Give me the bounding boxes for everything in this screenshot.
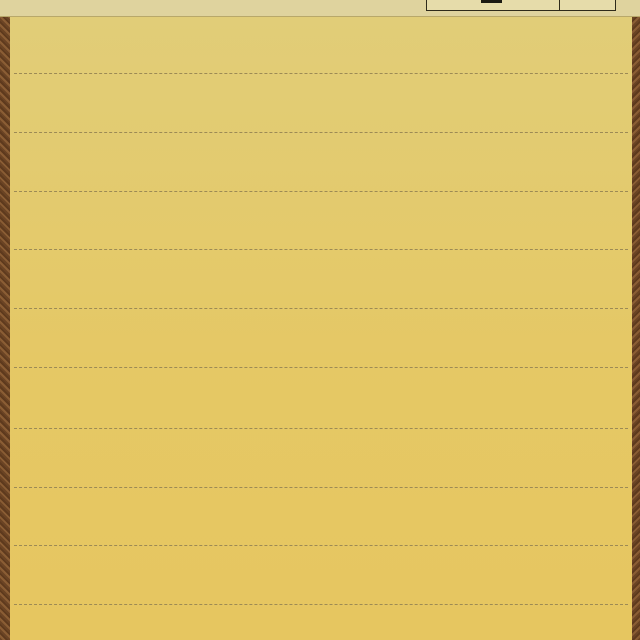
ruled-line — [14, 191, 628, 192]
cork-frame-right — [632, 0, 640, 640]
ruled-line — [14, 308, 628, 309]
top-button-group — [426, 0, 616, 11]
ruled-line — [14, 545, 628, 546]
notepad-top-bar — [0, 0, 640, 17]
cork-frame-left — [0, 0, 10, 640]
ruled-line — [14, 604, 628, 605]
ruled-line — [14, 487, 628, 488]
top-main-button[interactable] — [427, 0, 560, 10]
notepad-page[interactable] — [10, 17, 632, 640]
ruled-line — [14, 132, 628, 133]
top-side-button[interactable] — [560, 0, 615, 10]
ruled-line — [14, 367, 628, 368]
ruled-line — [14, 73, 628, 74]
ruled-line — [14, 428, 628, 429]
ruled-line — [14, 249, 628, 250]
tab-handle-icon — [481, 0, 502, 3]
